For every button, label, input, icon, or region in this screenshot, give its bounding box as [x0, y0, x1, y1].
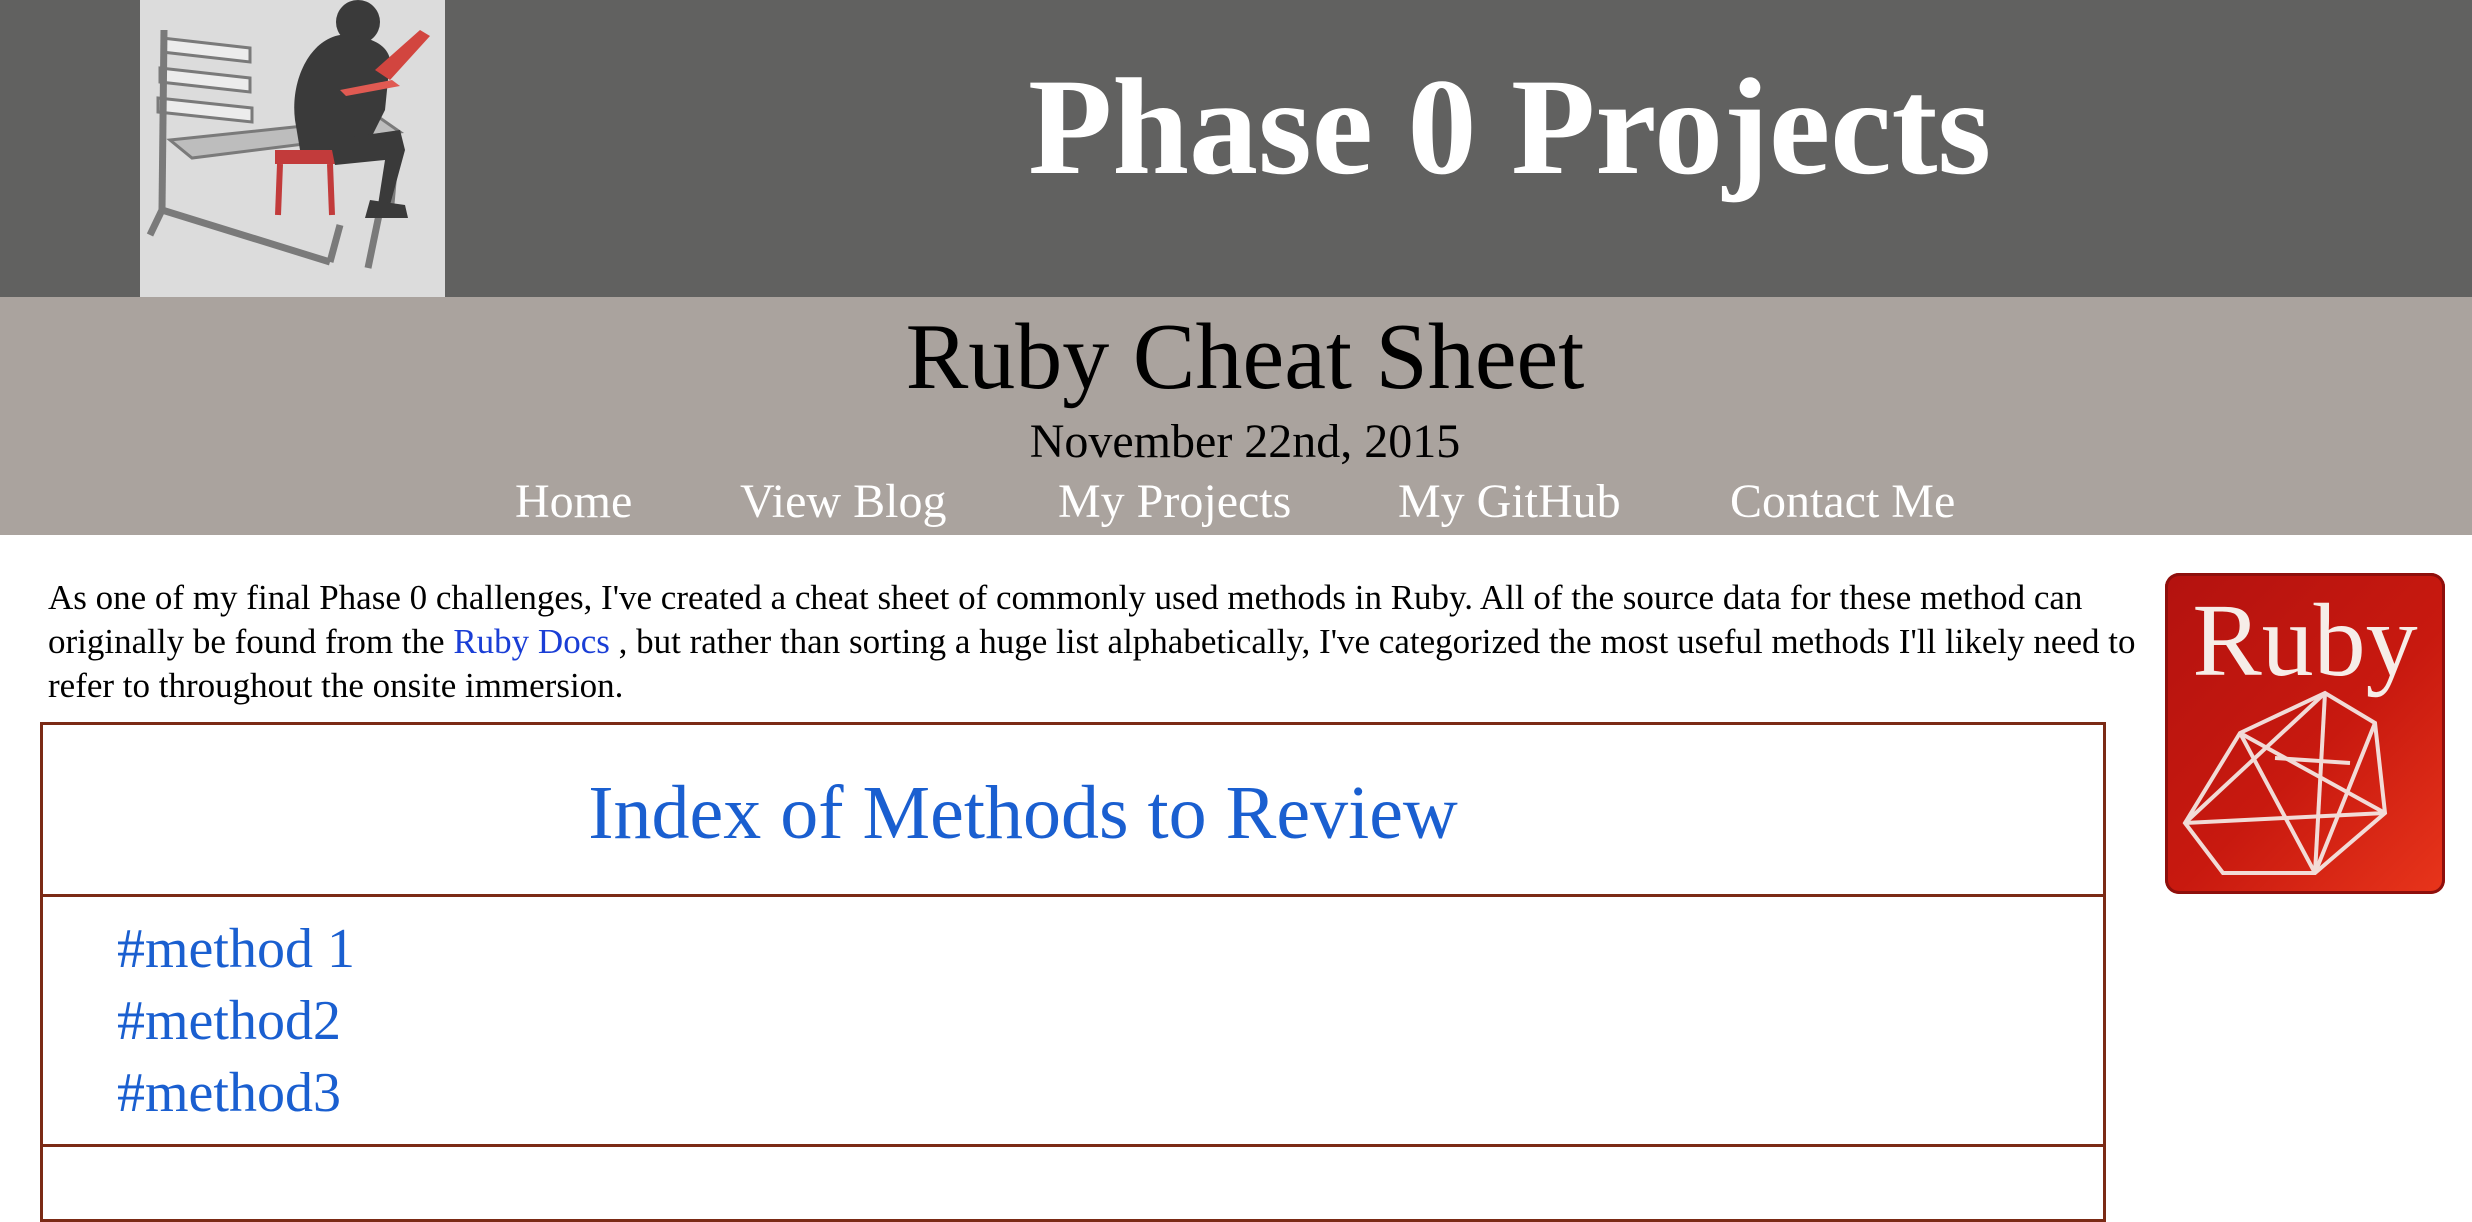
ruby-docs-link[interactable]: Ruby Docs [453, 622, 610, 661]
main-nav: Home View Blog My Projects My GitHub Con… [0, 478, 2472, 534]
methods-index-title: Index of Methods to Review [588, 771, 1458, 855]
methods-index-list: #method 1 #method2 #method3 [43, 897, 2103, 1147]
site-title: Phase 0 Projects [1028, 50, 1992, 203]
page-date: November 22nd, 2015 [1029, 415, 1461, 468]
header-illustration [140, 0, 445, 297]
methods-index-header: Index of Methods to Review [43, 725, 2103, 897]
ruby-logo: Ruby [2165, 573, 2445, 894]
laptop-man-on-bench-icon [146, 0, 430, 269]
ruby-gem-icon [2182, 690, 2388, 875]
index-link-method-3[interactable]: #method3 [117, 1065, 341, 1121]
nav-view-blog[interactable]: View Blog [740, 478, 946, 526]
site-header: Phase 0 Projects [0, 0, 2472, 297]
nav-my-projects[interactable]: My Projects [1058, 478, 1291, 526]
index-link-method-1[interactable]: #method 1 [117, 921, 355, 977]
index-link-method-2[interactable]: #method2 [117, 993, 341, 1049]
nav-my-github[interactable]: My GitHub [1398, 478, 1621, 526]
nav-contact-me[interactable]: Contact Me [1730, 478, 1955, 526]
methods-index: Index of Methods to Review #method 1 #me… [40, 722, 2106, 1222]
page-title: Ruby Cheat Sheet [905, 305, 1585, 409]
intro-paragraph: As one of my final Phase 0 challenges, I… [48, 576, 2148, 708]
nav-home[interactable]: Home [515, 478, 632, 526]
